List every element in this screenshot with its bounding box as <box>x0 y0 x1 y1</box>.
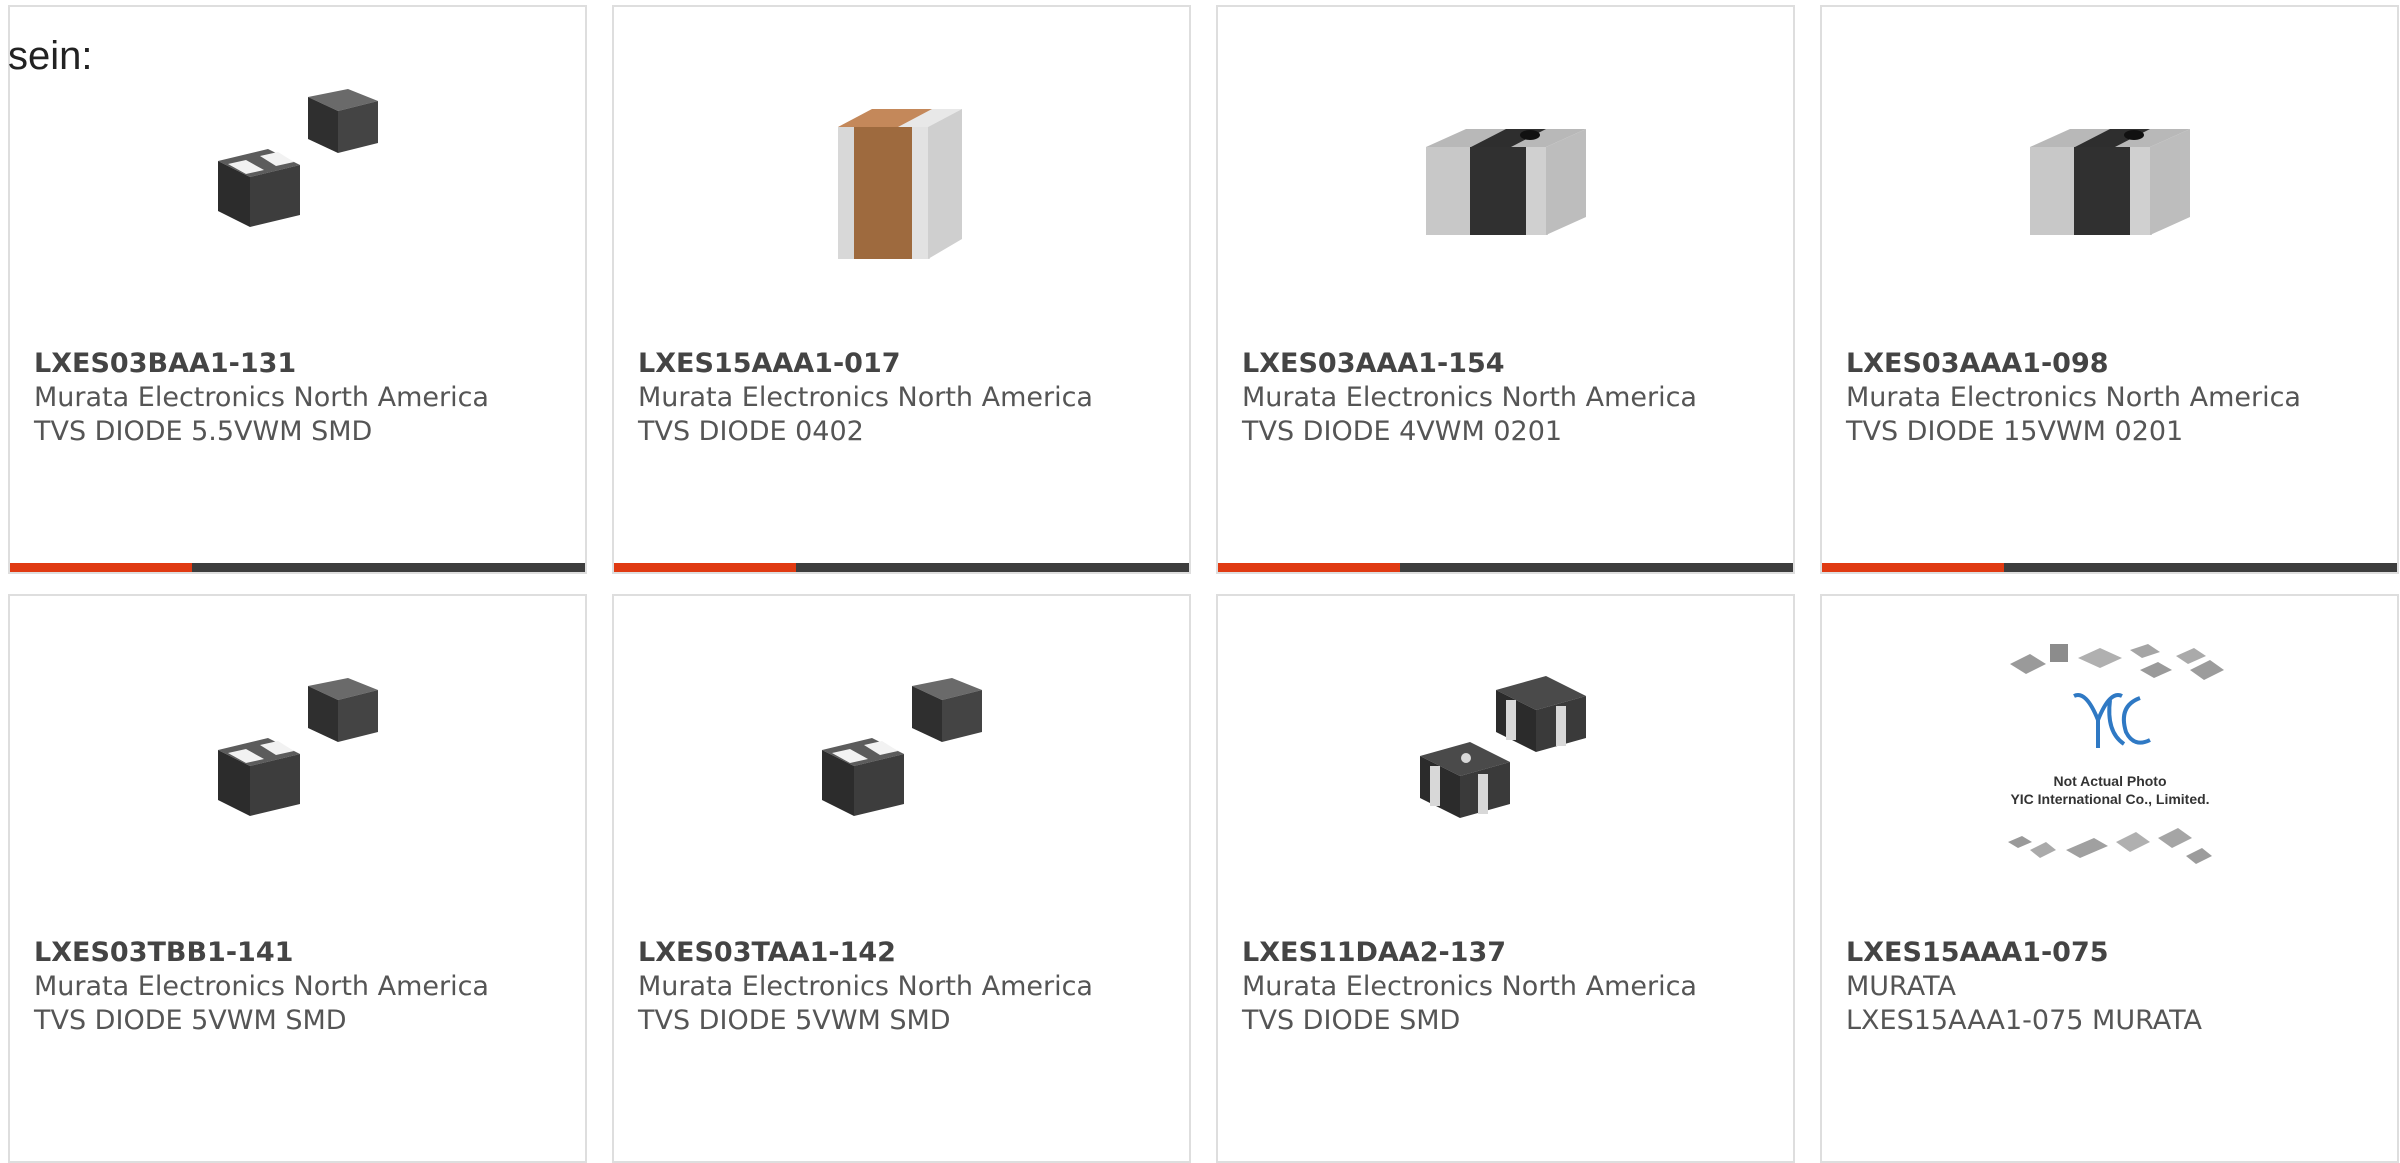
product-card[interactable]: LXES03AAA1-154 Murata Electronics North … <box>1216 5 1795 574</box>
description: TVS DIODE 5VWM SMD <box>34 1005 347 1036</box>
accent-bar <box>614 563 796 572</box>
two-block-chip-image <box>821 678 982 816</box>
card-bottom-bar <box>10 563 585 572</box>
manufacturer: Murata Electronics North America <box>34 971 489 1002</box>
part-number[interactable]: LXES03TAA1-142 <box>638 936 1169 970</box>
intro-text: sein: <box>8 34 93 78</box>
card-bottom-bar <box>614 563 1189 572</box>
description: LXES15AAA1-075 MURATA <box>1846 1005 2203 1036</box>
description: TVS DIODE 5VWM SMD <box>638 1005 951 1036</box>
placeholder-company: YIC International Co., Limited. <box>2010 791 2209 807</box>
product-card[interactable]: LXES15AAA1-017 Murata Electronics North … <box>612 5 1191 574</box>
description: TVS DIODE SMD <box>1242 1005 1461 1036</box>
manufacturer: Murata Electronics North America <box>1242 382 1697 413</box>
part-number[interactable]: LXES11DAA2-137 <box>1242 936 1773 970</box>
description: TVS DIODE 15VWM 0201 <box>1846 416 2184 447</box>
part-number[interactable]: LXES03AAA1-154 <box>1242 347 1773 381</box>
card-bottom-bar <box>1218 563 1793 572</box>
manufacturer: Murata Electronics North America <box>1242 971 1697 1002</box>
description: TVS DIODE 4VWM 0201 <box>1242 416 1563 447</box>
brown-capacitor-chip-image <box>837 109 962 259</box>
manufacturer: Murata Electronics North America <box>1846 382 2301 413</box>
product-card[interactable]: Not Actual Photo YIC International Co., … <box>1820 594 2399 1163</box>
manufacturer: Murata Electronics North America <box>638 971 1093 1002</box>
card-bottom-bar <box>1822 563 2397 572</box>
part-number[interactable]: LXES03TBB1-141 <box>34 936 565 970</box>
part-number[interactable]: LXES03AAA1-098 <box>1846 347 2377 381</box>
dark-chip-silver-ends-image <box>2029 129 2190 235</box>
part-number[interactable]: LXES15AAA1-075 <box>1846 936 2377 970</box>
manufacturer: MURATA <box>1846 971 1956 1002</box>
not-actual-photo-placeholder-image: Not Actual Photo YIC International Co., … <box>2007 644 2224 864</box>
part-number[interactable]: LXES15AAA1-017 <box>638 347 1169 381</box>
product-card[interactable]: LXES11DAA2-137 Murata Electronics North … <box>1216 594 1795 1163</box>
manufacturer: Murata Electronics North America <box>638 382 1093 413</box>
product-grid: LXES03BAA1-131 Murata Electronics North … <box>8 5 2400 1163</box>
product-card[interactable]: LXES03TBB1-141 Murata Electronics North … <box>8 594 587 1163</box>
accent-bar <box>1218 563 1400 572</box>
two-block-chip-image <box>217 89 378 227</box>
two-block-chip-image <box>217 678 378 816</box>
placeholder-label: Not Actual Photo <box>2053 773 2166 789</box>
dark-chip-silver-ends-image <box>1425 129 1586 235</box>
manufacturer: Murata Electronics North America <box>34 382 489 413</box>
description: TVS DIODE 5.5VWM SMD <box>34 416 373 447</box>
accent-bar <box>1822 563 2004 572</box>
product-card[interactable]: LXES03TAA1-142 Murata Electronics North … <box>612 594 1191 1163</box>
description: TVS DIODE 0402 <box>638 416 864 447</box>
product-card[interactable]: LXES03BAA1-131 Murata Electronics North … <box>8 5 587 574</box>
accent-bar <box>10 563 192 572</box>
quad-terminal-chip-image <box>1419 676 1586 818</box>
part-number[interactable]: LXES03BAA1-131 <box>34 347 565 381</box>
product-card[interactable]: LXES03AAA1-098 Murata Electronics North … <box>1820 5 2399 574</box>
